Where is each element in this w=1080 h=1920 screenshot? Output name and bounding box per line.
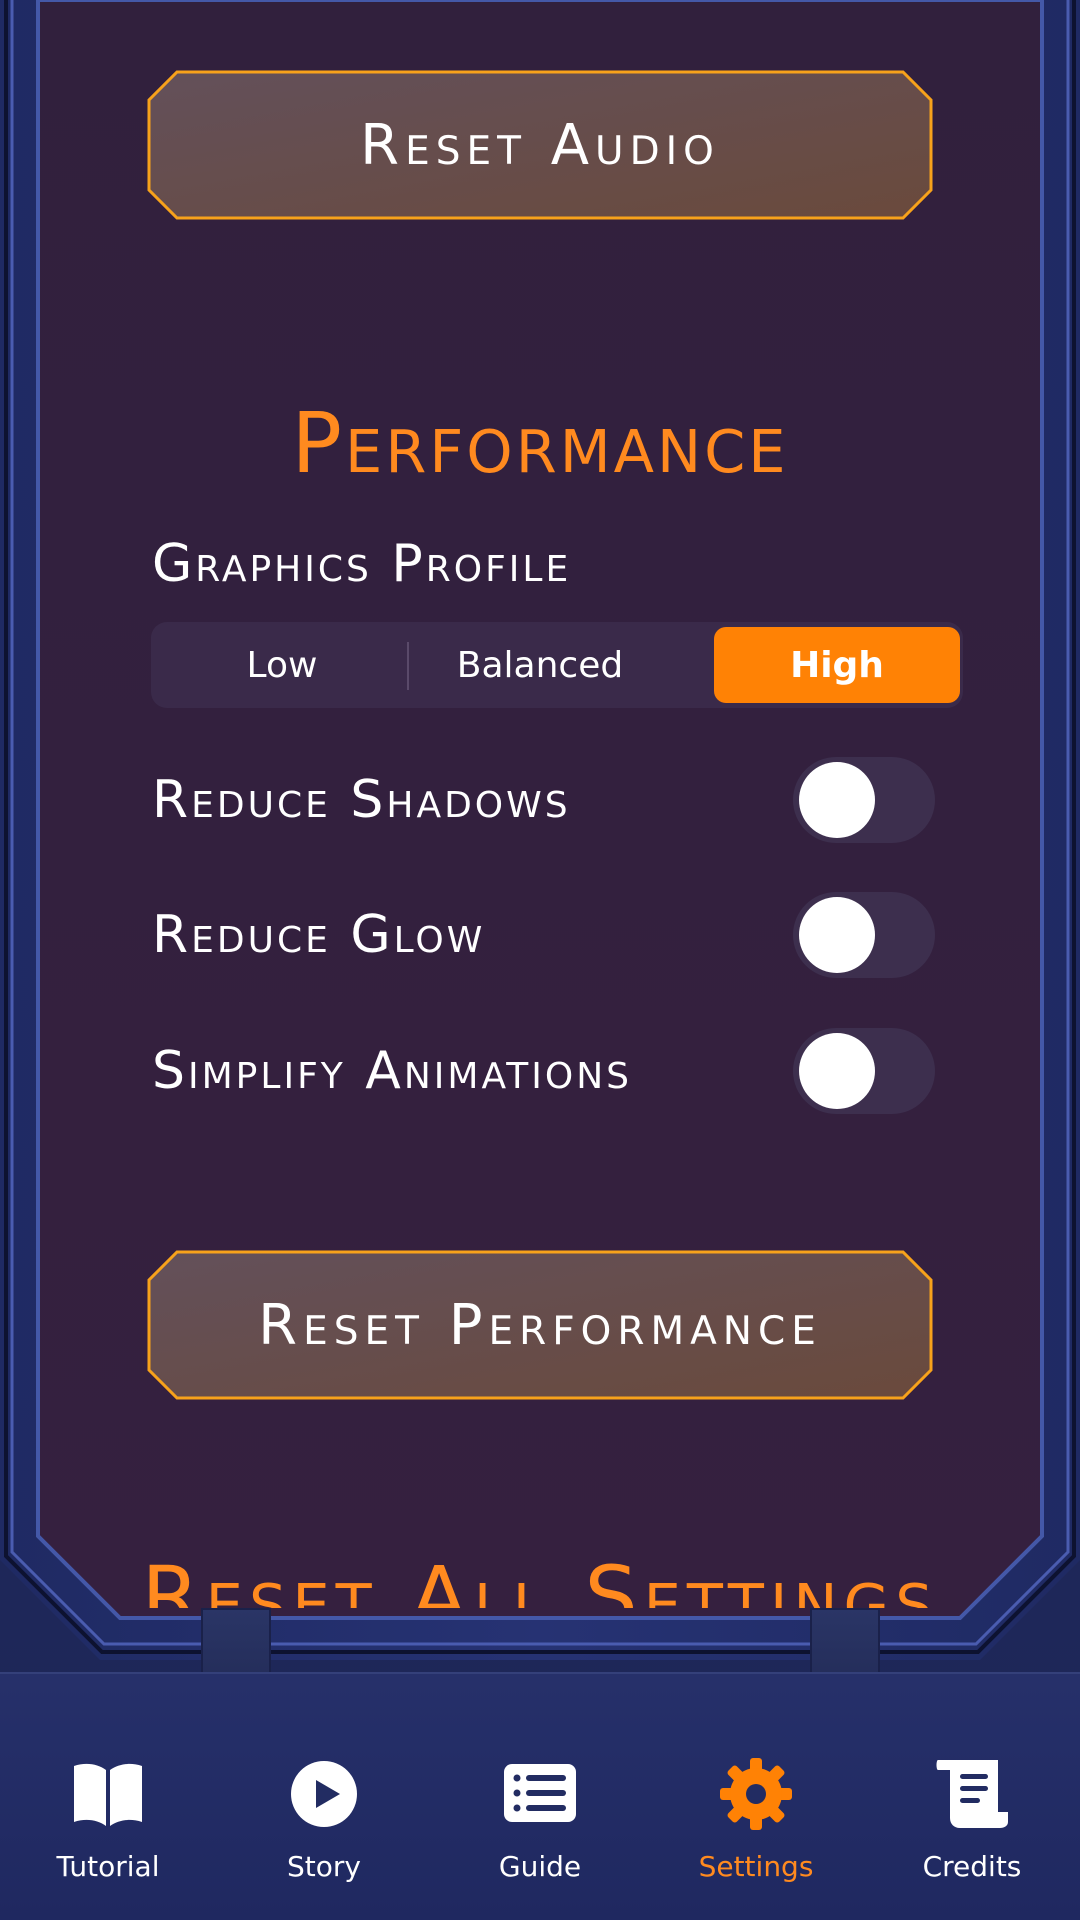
tab-settings[interactable]: Settings	[648, 1754, 864, 1894]
toggle-knob	[799, 897, 875, 973]
graphics-profile-segmented: Low Balanced High	[151, 622, 963, 708]
graphics-option-low[interactable]: Low	[157, 627, 407, 703]
tab-tutorial-label: Tutorial	[56, 1850, 160, 1883]
tab-settings-label: Settings	[698, 1850, 814, 1883]
segment-divider	[407, 642, 409, 690]
play-circle-icon	[291, 1761, 357, 1827]
graphics-option-balanced[interactable]: Balanced	[411, 627, 669, 703]
toggle-knob	[799, 1033, 875, 1109]
tab-credits[interactable]: Credits	[864, 1754, 1080, 1894]
reset-all-settings-title: Reset All Settings	[141, 1548, 939, 1608]
list-icon	[504, 1764, 576, 1822]
tab-story-label: Story	[287, 1850, 361, 1883]
simplify-animations-label: Simplify Animations	[152, 1041, 633, 1101]
tab-guide[interactable]: Guide	[432, 1754, 648, 1894]
gear-icon	[720, 1758, 792, 1830]
performance-title: Performance	[291, 394, 789, 492]
reduce-shadows-toggle[interactable]	[793, 757, 935, 843]
tab-bar: Tutorial Story Guide Settings Credits	[0, 1672, 1080, 1920]
graphics-profile-label: Graphics Profile	[152, 534, 572, 594]
reset-performance-label: Reset Performance	[258, 1292, 822, 1358]
tab-guide-label: Guide	[498, 1850, 582, 1883]
reduce-glow-toggle[interactable]	[793, 892, 935, 978]
reset-performance-button[interactable]: Reset Performance	[147, 1250, 933, 1400]
book-icon	[74, 1763, 142, 1826]
tab-credits-label: Credits	[922, 1850, 1022, 1883]
tab-tutorial[interactable]: Tutorial	[0, 1754, 216, 1894]
toggle-knob	[799, 762, 875, 838]
reduce-glow-label: Reduce Glow	[152, 905, 486, 965]
settings-screen: Reset Audio Performance Graphics Profile…	[0, 0, 1080, 1920]
settings-panel: Reset Audio Performance Graphics Profile…	[40, 0, 1040, 1608]
reset-audio-label: Reset Audio	[360, 112, 720, 178]
reduce-shadows-label: Reduce Shadows	[152, 770, 571, 830]
reset-audio-button[interactable]: Reset Audio	[147, 70, 933, 220]
graphics-option-high[interactable]: High	[714, 627, 960, 703]
simplify-animations-toggle[interactable]	[793, 1028, 935, 1114]
scroll-icon	[936, 1760, 1008, 1828]
tab-story[interactable]: Story	[216, 1754, 432, 1894]
